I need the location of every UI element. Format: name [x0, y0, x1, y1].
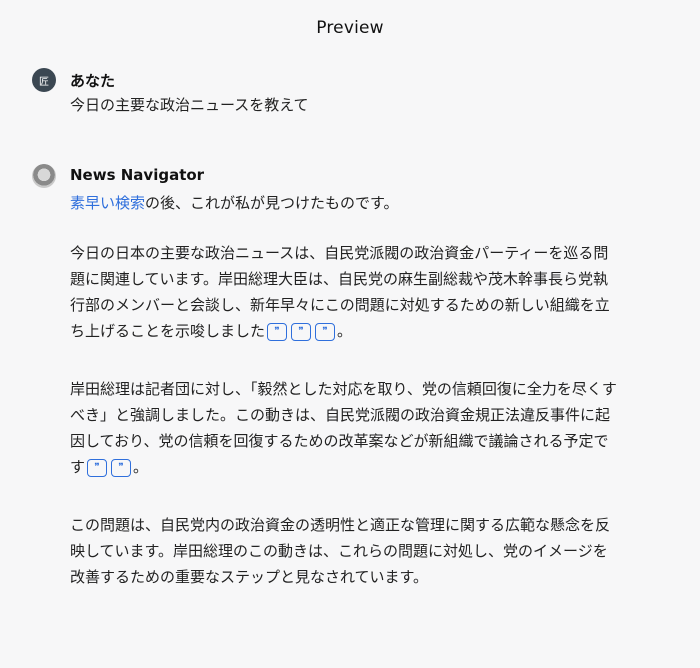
answer-paragraph-2-text: 岸田総理は記者団に対し、「毅然とした対応を取り、党の信頼回復に全力を尽くすべき」…: [70, 380, 617, 476]
citation-quote-icon[interactable]: ❞: [291, 322, 312, 341]
answer-paragraph-1-end: 。: [337, 322, 353, 340]
citation-quote-icon[interactable]: ❞: [267, 322, 288, 341]
answer-paragraph-1: 今日の日本の主要な政治ニュースは、自民党派閥の政治資金パーティーを巡る問題に関連…: [70, 240, 620, 344]
page-title: Preview: [316, 18, 384, 38]
user-avatar-glyph: 匠: [39, 76, 49, 88]
robot-avatar-icon: [32, 164, 56, 188]
answer-paragraph-3-text: この問題は、自民党内の政治資金の透明性と適正な管理に関する広範な懸念を反映してい…: [70, 516, 611, 586]
citation-quote-icon[interactable]: ❞: [111, 458, 132, 477]
user-name: あなた: [70, 72, 116, 90]
answer-paragraph-3: この問題は、自民党内の政治資金の透明性と適正な管理に関する広範な懸念を反映してい…: [70, 512, 620, 590]
citation-quote-icon[interactable]: ❞: [87, 458, 108, 477]
search-summary-text: の後、これが私が見つけたものです。: [145, 194, 399, 212]
citation-quote-icon[interactable]: ❞: [315, 322, 336, 341]
answer-paragraph-2: 岸田総理は記者団に対し、「毅然とした対応を取り、党の信頼回復に全力を尽くすべき」…: [70, 376, 620, 480]
user-avatar-icon: 匠: [32, 68, 56, 92]
answer-paragraph-2-end: 。: [133, 458, 149, 476]
bot-name: News Navigator: [70, 166, 205, 184]
quick-search-link[interactable]: 素早い検索: [70, 194, 145, 212]
user-message-text: 今日の主要な政治ニュースを教えて: [70, 96, 309, 114]
search-summary-line: 素早い検索の後、これが私が見つけたものです。: [70, 190, 630, 216]
